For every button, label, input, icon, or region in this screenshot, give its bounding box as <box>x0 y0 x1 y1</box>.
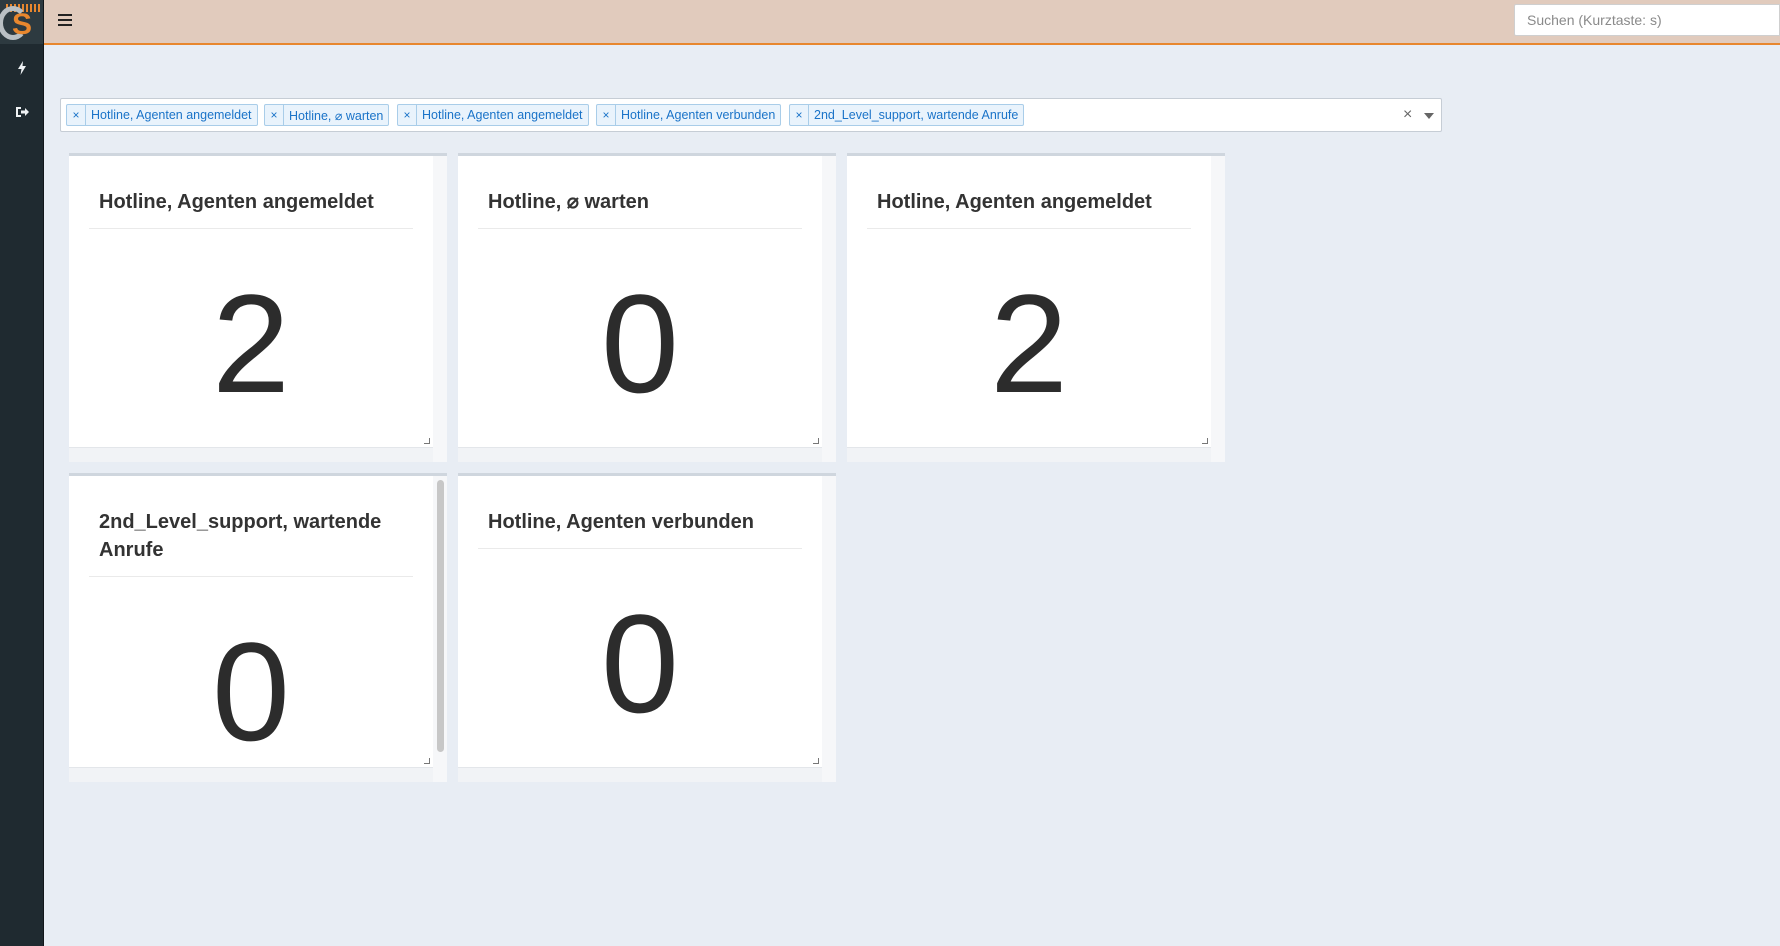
filter-tag-label: 2nd_Level_support, wartende Anrufe <box>814 108 1019 122</box>
widget-title: Hotline, Agenten angemeldet <box>877 191 1152 213</box>
resize-handle-icon[interactable] <box>813 438 819 444</box>
widget-card: 2nd_Level_support, wartende Anrufe 0 <box>69 473 447 782</box>
widget-value: 2 <box>990 265 1068 422</box>
top-bar <box>44 0 1780 45</box>
widget-card: Hotline, ⌀ warten 0 <box>458 153 836 462</box>
widget-body: 2nd_Level_support, wartende Anrufe 0 <box>69 476 433 767</box>
filter-tag: × Hotline, Agenten angemeldet <box>66 104 258 126</box>
divider <box>478 228 802 229</box>
remove-tag-icon[interactable]: × <box>265 105 284 125</box>
widget-body: Hotline, Agenten verbunden 0 <box>458 476 822 767</box>
remove-tag-icon[interactable]: × <box>597 105 616 125</box>
resize-handle-icon[interactable] <box>424 758 430 764</box>
logo-letter: S <box>12 8 33 41</box>
resize-handle-icon[interactable] <box>813 758 819 764</box>
lightning-icon[interactable] <box>0 50 43 86</box>
filter-tag: × Hotline, ⌀ warten <box>264 104 390 126</box>
widget-footer <box>458 767 822 782</box>
divider <box>867 228 1191 229</box>
filter-tag-label: Hotline, Agenten angemeldet <box>422 108 583 122</box>
widget-body: Hotline, Agenten angemeldet 2 <box>847 156 1211 447</box>
widget-footer <box>458 447 822 462</box>
widget-title: Hotline, Agenten verbunden <box>488 511 754 533</box>
widget-title: 2nd_Level_support, wartende Anrufe <box>99 511 382 561</box>
filter-tag: × 2nd_Level_support, wartende Anrufe <box>789 104 1025 126</box>
filter-tag-label: Hotline, Agenten verbunden <box>621 108 776 122</box>
widget-value: 0 <box>601 585 679 742</box>
filter-tag: × Hotline, Agenten angemeldet <box>397 104 589 126</box>
widget-body: Hotline, Agenten angemeldet 2 <box>69 156 433 447</box>
widget-footer <box>69 447 433 462</box>
resize-handle-icon[interactable] <box>424 438 430 444</box>
app-logo[interactable]: S <box>0 0 43 44</box>
widget-value: 0 <box>212 613 290 770</box>
sidebar: S <box>0 0 44 946</box>
resize-handle-icon[interactable] <box>1202 438 1208 444</box>
logout-icon[interactable] <box>0 94 43 130</box>
hamburger-icon[interactable] <box>58 14 72 26</box>
remove-tag-icon[interactable]: × <box>398 105 417 125</box>
clear-all-icon[interactable]: × <box>1403 105 1412 125</box>
widget-card: Hotline, Agenten verbunden 0 <box>458 473 836 782</box>
search-input[interactable] <box>1515 5 1763 35</box>
divider <box>89 576 413 577</box>
widget-card: Hotline, Agenten angemeldet 2 <box>847 153 1225 462</box>
divider <box>478 548 802 549</box>
filter-tag-label: Hotline, Agenten angemeldet <box>91 108 252 122</box>
remove-tag-icon[interactable]: × <box>67 105 86 125</box>
filter-tag-label: Hotline, ⌀ warten <box>289 108 384 123</box>
filter-tag: × Hotline, Agenten verbunden <box>596 104 782 126</box>
widget-footer <box>847 447 1211 462</box>
widget-value: 2 <box>212 265 290 422</box>
widget-card: Hotline, Agenten angemeldet 2 <box>69 153 447 462</box>
widget-value: 0 <box>601 265 679 422</box>
scrollbar[interactable] <box>437 480 444 752</box>
search-box <box>1514 4 1780 36</box>
widget-title: Hotline, ⌀ warten <box>488 191 649 213</box>
widget-body: Hotline, ⌀ warten 0 <box>458 156 822 447</box>
divider <box>89 228 413 229</box>
widget-title: Hotline, Agenten angemeldet <box>99 191 374 213</box>
widget-filter-select[interactable]: × Hotline, Agenten angemeldet × Hotline,… <box>60 98 1442 132</box>
chevron-down-icon[interactable] <box>1424 113 1434 119</box>
remove-tag-icon[interactable]: × <box>790 105 809 125</box>
widget-footer <box>69 767 433 782</box>
